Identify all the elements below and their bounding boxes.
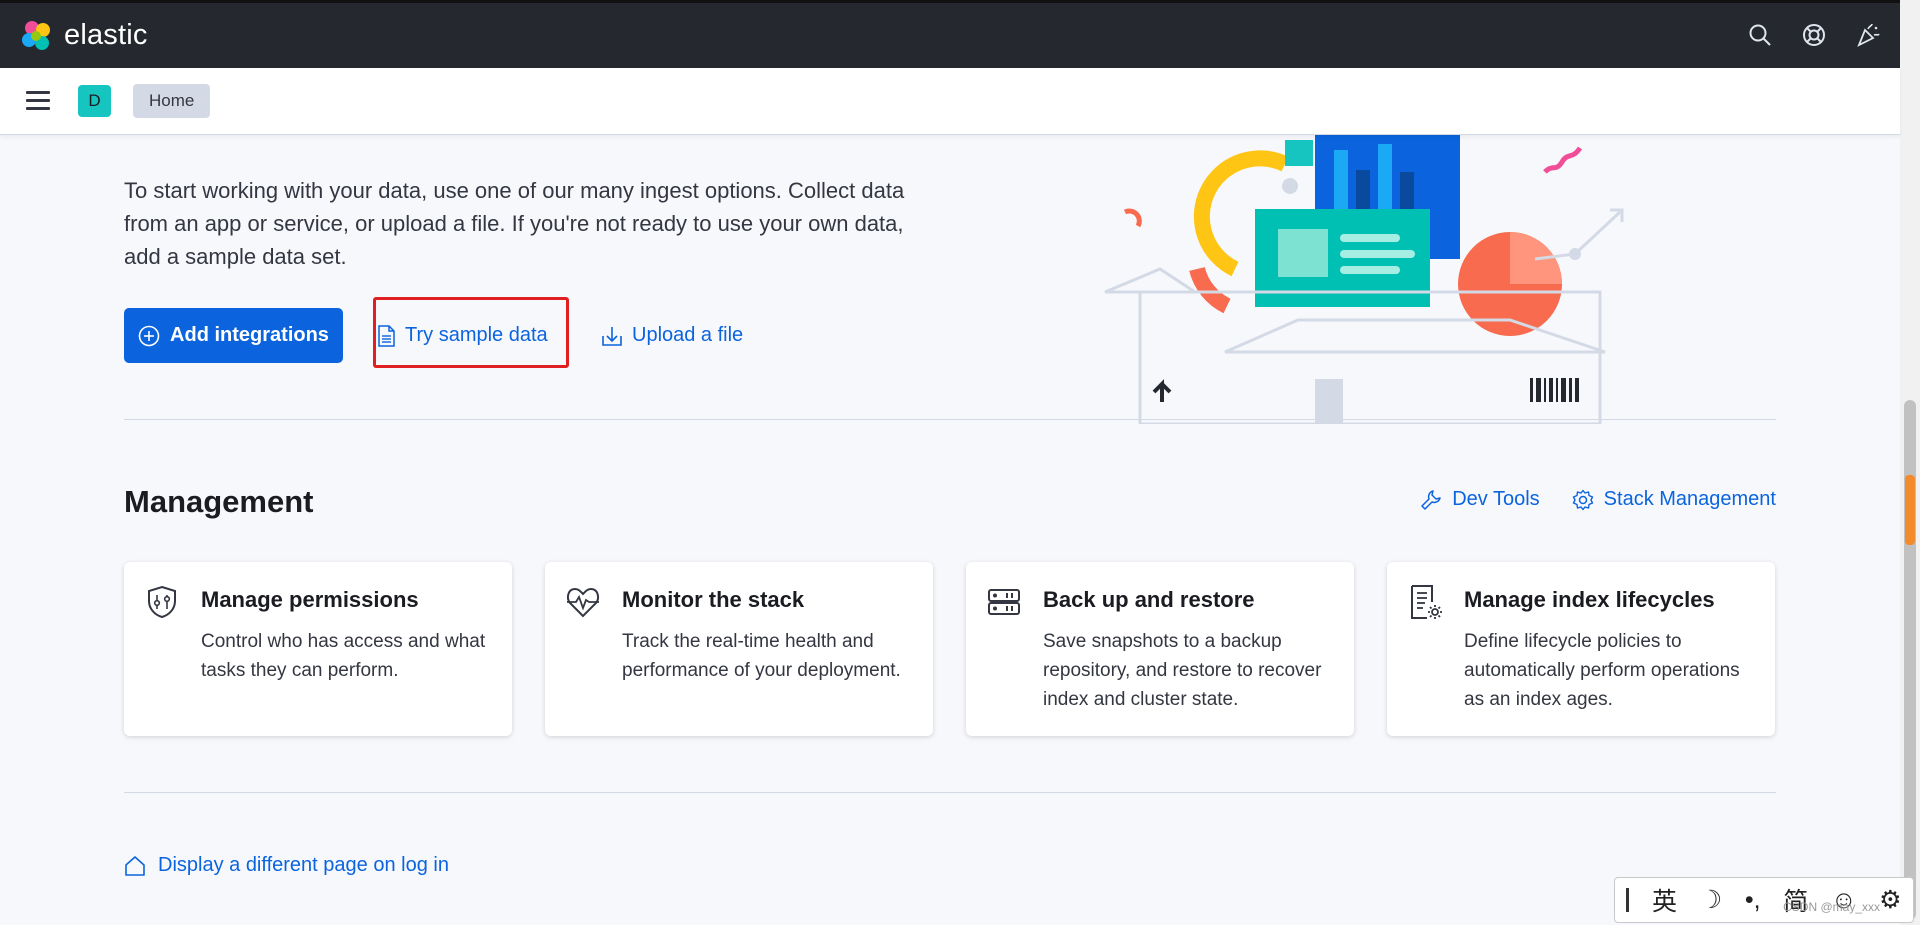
breadcrumb-bar: D Home [0, 68, 1900, 135]
section-divider [124, 419, 1776, 420]
stack-management-link[interactable]: Stack Management [1572, 488, 1776, 511]
ingest-intro-text: To start working with your data, use one… [124, 178, 905, 269]
top-header: elastic [0, 0, 1900, 68]
upload-file-label: Upload a file [632, 324, 744, 346]
card-title: Back up and restore [1043, 587, 1255, 612]
section-divider [124, 792, 1776, 793]
card-index-lifecycles[interactable]: Manage index lifecycles Define lifecycle… [1387, 562, 1775, 736]
card-title: Manage index lifecycles [1464, 587, 1715, 612]
news-button[interactable] [1850, 17, 1886, 53]
party-popper-icon [1857, 23, 1880, 47]
ime-lang-toggle[interactable]: 英 [1652, 882, 1677, 918]
stack-management-label: Stack Management [1603, 488, 1776, 510]
plus-circle-icon [138, 325, 160, 346]
scrollbar-marker [1905, 475, 1915, 545]
brand-name: elastic [64, 19, 148, 51]
card-manage-permissions[interactable]: Manage permissions Control who has acces… [124, 562, 512, 736]
card-title: Monitor the stack [622, 587, 805, 612]
management-title: Management [124, 484, 314, 519]
dev-tools-label: Dev Tools [1452, 488, 1540, 510]
dev-tools-link[interactable]: Dev Tools [1420, 488, 1540, 511]
page-scrollbar[interactable] [1900, 0, 1920, 925]
storage-icon [988, 589, 1020, 615]
elastic-logo-icon [22, 20, 50, 50]
document-gear-icon [1411, 585, 1442, 619]
help-button[interactable] [1796, 17, 1832, 53]
wrench-icon [1421, 489, 1441, 510]
card-description: Track the real-time health and performan… [622, 631, 901, 681]
heartbeat-icon [566, 587, 600, 618]
card-description: Control who has access and what tasks th… [201, 631, 486, 681]
main-content: To start working with your data, use one… [0, 134, 1900, 925]
menu-toggle-button[interactable] [26, 91, 52, 111]
management-cards: Manage permissions Control who has acces… [124, 562, 1775, 736]
display-different-page-label: Display a different page on log in [158, 854, 449, 876]
annotation-highlight-box [373, 297, 569, 368]
punctuation-icon[interactable]: •, [1745, 886, 1761, 915]
card-description: Define lifecycle policies to automatical… [1464, 631, 1740, 710]
search-button[interactable] [1742, 17, 1778, 53]
display-different-page-link[interactable]: Display a different page on log in [124, 854, 449, 877]
moon-icon[interactable]: ☽ [1700, 885, 1722, 915]
ime-grip[interactable] [1626, 888, 1630, 912]
ingest-illustration-scene [1104, 140, 1624, 424]
watermark-text: CSDN @may_xxx [1783, 900, 1880, 914]
search-icon [1749, 24, 1771, 46]
add-integrations-label: Add integrations [170, 324, 329, 346]
card-title: Manage permissions [201, 587, 419, 612]
gear-icon[interactable]: ⚙ [1879, 885, 1901, 915]
card-description: Save snapshots to a backup repository, a… [1043, 631, 1322, 710]
gear-icon [1572, 489, 1593, 510]
upload-icon [602, 326, 622, 346]
add-integrations-button[interactable]: Add integrations [124, 308, 343, 363]
upload-file-button[interactable]: Upload a file [601, 308, 743, 363]
shield-icon [148, 585, 176, 619]
card-monitor-stack[interactable]: Monitor the stack Track the real-time he… [545, 562, 933, 736]
help-lifebuoy-icon [1803, 24, 1825, 46]
breadcrumb-home[interactable]: Home [133, 84, 211, 118]
card-backup-restore[interactable]: Back up and restore Save snapshots to a … [966, 562, 1354, 736]
home-icon [125, 855, 145, 876]
elastic-logo[interactable]: elastic [20, 19, 148, 53]
space-avatar[interactable]: D [78, 85, 111, 117]
barcode-icon [1530, 378, 1579, 402]
